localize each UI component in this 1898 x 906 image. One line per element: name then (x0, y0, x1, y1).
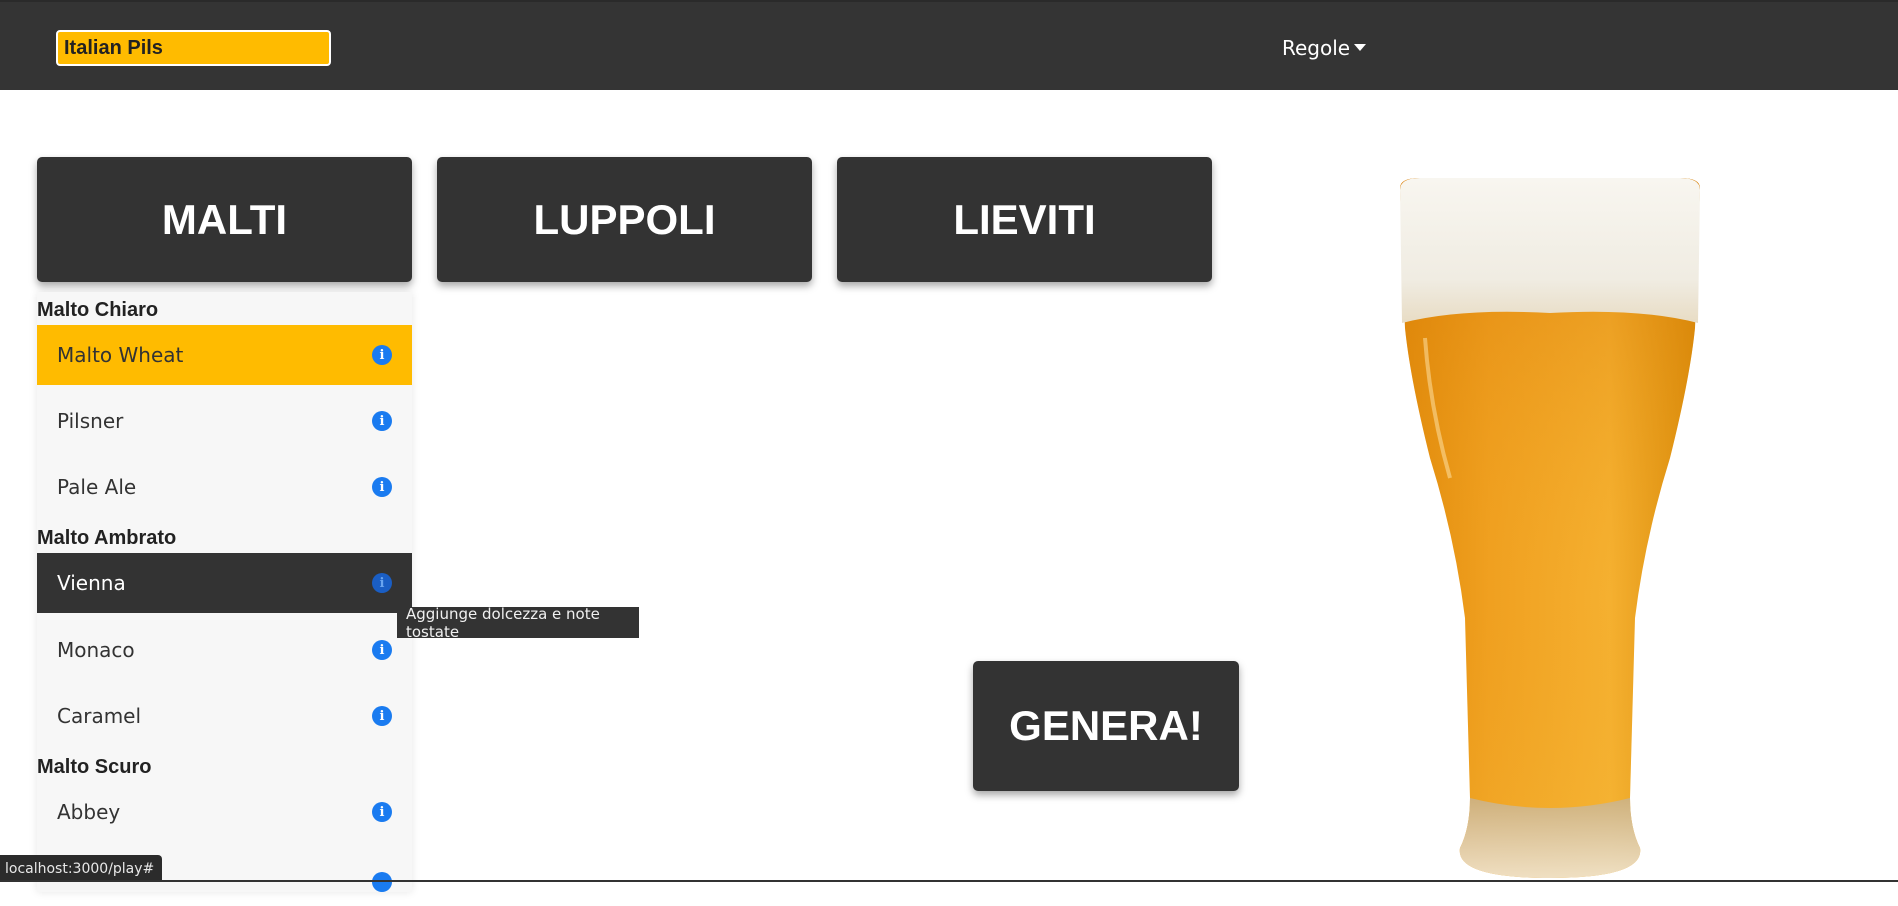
list-item-label: Pale Ale (57, 475, 137, 499)
list-item-label: Pilsner (57, 409, 124, 433)
beer-glass-image (1400, 178, 1700, 878)
list-item-monaco[interactable]: Monaco i (37, 620, 412, 680)
info-icon[interactable]: i (372, 706, 392, 726)
rules-label: Regole (1282, 36, 1351, 60)
tooltip: Aggiunge dolcezza e note tostate (397, 605, 639, 641)
info-icon[interactable]: i (372, 640, 392, 660)
info-icon[interactable]: i (372, 477, 392, 497)
list-item-label: Caramel (57, 704, 142, 728)
list-item-abbey[interactable]: Abbey i (37, 782, 412, 842)
genera-button[interactable]: GENERA! (973, 661, 1239, 791)
group-title-malto-ambrato: Malto Ambrato (37, 527, 177, 549)
top-navbar: Regole (0, 0, 1898, 90)
beer-name-input[interactable] (56, 30, 331, 66)
list-item-malto-wheat[interactable]: Malto Wheat i (37, 325, 412, 385)
info-icon[interactable]: i (372, 802, 392, 822)
lieviti-button[interactable]: LIEVITI (837, 157, 1212, 282)
status-bar-url: localhost:3000/play# (0, 855, 163, 882)
info-icon[interactable] (372, 872, 392, 892)
group-title-malto-scuro: Malto Scuro (37, 756, 152, 778)
info-icon[interactable]: i (372, 411, 392, 431)
list-item-label: Vienna (57, 571, 126, 595)
group-title-malto-chiaro: Malto Chiaro (37, 299, 159, 321)
info-icon[interactable]: i (372, 573, 392, 593)
luppoli-button[interactable]: LUPPOLI (437, 157, 812, 282)
list-item-caramel[interactable]: Caramel i (37, 686, 412, 746)
list-item-label: Monaco (57, 638, 135, 662)
list-item-pale-ale[interactable]: Pale Ale i (37, 457, 412, 517)
info-icon[interactable]: i (372, 345, 392, 365)
list-item-label: Malto Wheat (57, 343, 184, 367)
rules-dropdown[interactable]: Regole (1282, 36, 1367, 60)
list-item-vienna[interactable]: Vienna i (37, 553, 412, 613)
list-item-pilsner[interactable]: Pilsner i (37, 391, 412, 451)
malti-button[interactable]: MALTI (37, 157, 412, 282)
list-item-label: Abbey (57, 800, 121, 824)
caret-down-icon (1354, 44, 1367, 51)
